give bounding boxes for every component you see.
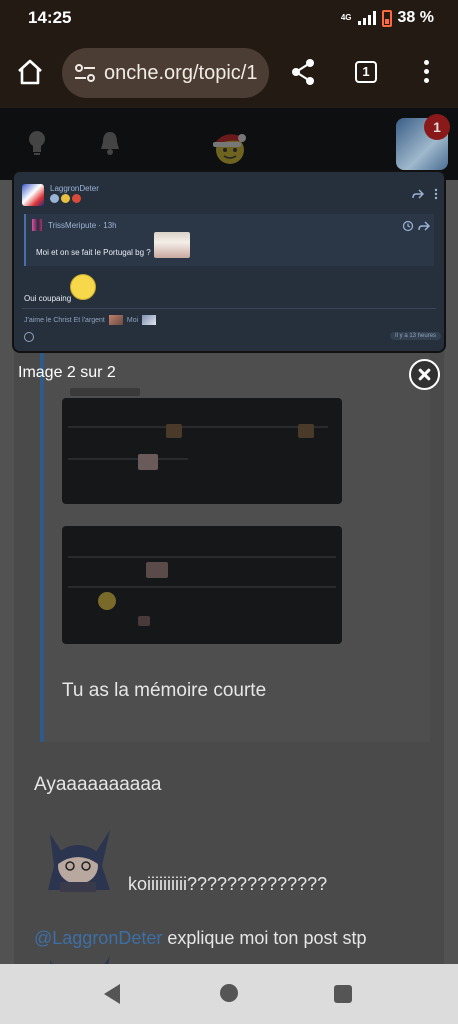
anime-sticker-1 (48, 830, 110, 892)
signature-image-1 (108, 315, 123, 325)
lightbox-post-header: LaggronDeter (22, 182, 438, 206)
lightbulb-icon[interactable] (26, 130, 48, 156)
history-icon (402, 220, 414, 232)
quoted-screenshot-2[interactable] (62, 526, 342, 644)
more-vertical-icon (434, 188, 438, 200)
signature-text-right: Moi (126, 316, 139, 324)
post-body-text: Oui coupaing (24, 294, 72, 303)
more-menu-icon[interactable] (418, 58, 434, 86)
divider (22, 308, 436, 309)
quote-share-icon (418, 221, 430, 231)
quote-author-avatar (32, 219, 42, 231)
reply-text-1: Ayaaaaaaaaaa (34, 774, 162, 795)
site-logo[interactable] (210, 128, 248, 166)
site-header: 1 (0, 108, 458, 180)
quote-footer-text: Tu as la mémoire courte (62, 680, 267, 701)
clock: 14:25 (28, 8, 72, 27)
address-bar[interactable]: onche.org/topic/1 (62, 48, 269, 98)
lightbox-quote: TrissMeripute · 13h Moi et on se fait le… (24, 214, 434, 266)
bell-icon[interactable] (98, 130, 122, 156)
notification-badge: 1 (424, 114, 450, 140)
author-name: LaggronDeter (50, 184, 99, 193)
quote-sticker (154, 232, 190, 258)
lightbox-image[interactable]: LaggronDeter TrissMeripute · 13h Moi et … (14, 172, 444, 351)
back-icon[interactable] (104, 984, 120, 1004)
quote-author: TrissMeripute · 13h (48, 221, 117, 230)
signal-icon (357, 11, 376, 25)
share-icon[interactable] (290, 58, 316, 86)
browser-toolbar: onche.org/topic/1 1 (0, 36, 458, 108)
time-badge: Il y a 13 heures (390, 332, 442, 340)
network-type: 4G (340, 13, 352, 22)
system-nav-bar (0, 964, 458, 1024)
share-arrow-icon (412, 189, 424, 199)
signature: J'aime le Christ Et l'argent Moi (24, 315, 157, 325)
status-icons: 4G 38 % (341, 9, 434, 27)
url-text: onche.org/topic/1 (104, 61, 258, 84)
reaction-icon (24, 332, 34, 342)
home-nav-icon[interactable] (220, 984, 238, 1002)
tab-switcher-button[interactable]: 1 (355, 61, 377, 83)
author-badges (50, 194, 81, 203)
quote-text: Moi et on se fait le Portugal bg ? (36, 248, 151, 257)
reply-text-3: @LaggronDeter explique moi ton post stp (34, 928, 366, 949)
signature-text-left: J'aime le Christ Et l'argent (24, 316, 105, 324)
recents-icon[interactable] (334, 985, 352, 1003)
home-icon[interactable] (16, 58, 44, 86)
laughing-emoji-icon (70, 274, 96, 300)
signature-image-2 (142, 315, 157, 325)
close-icon[interactable] (409, 359, 440, 390)
image-counter: Image 2 sur 2 (18, 364, 116, 381)
reply-text-3-body: explique moi ton post stp (162, 928, 367, 948)
quoted-screenshot-1[interactable] (62, 388, 342, 504)
author-avatar (22, 184, 44, 206)
reply-text-2: koiiiiiiiiii?????????????? (128, 874, 328, 894)
battery-level: 38 % (397, 9, 434, 26)
battery-icon (381, 9, 392, 27)
status-bar: 14:25 4G 38 % (0, 0, 458, 36)
user-mention-link[interactable]: @LaggronDeter (34, 928, 162, 948)
site-settings-icon[interactable] (74, 64, 96, 82)
anime-sticker-2 (50, 956, 110, 964)
